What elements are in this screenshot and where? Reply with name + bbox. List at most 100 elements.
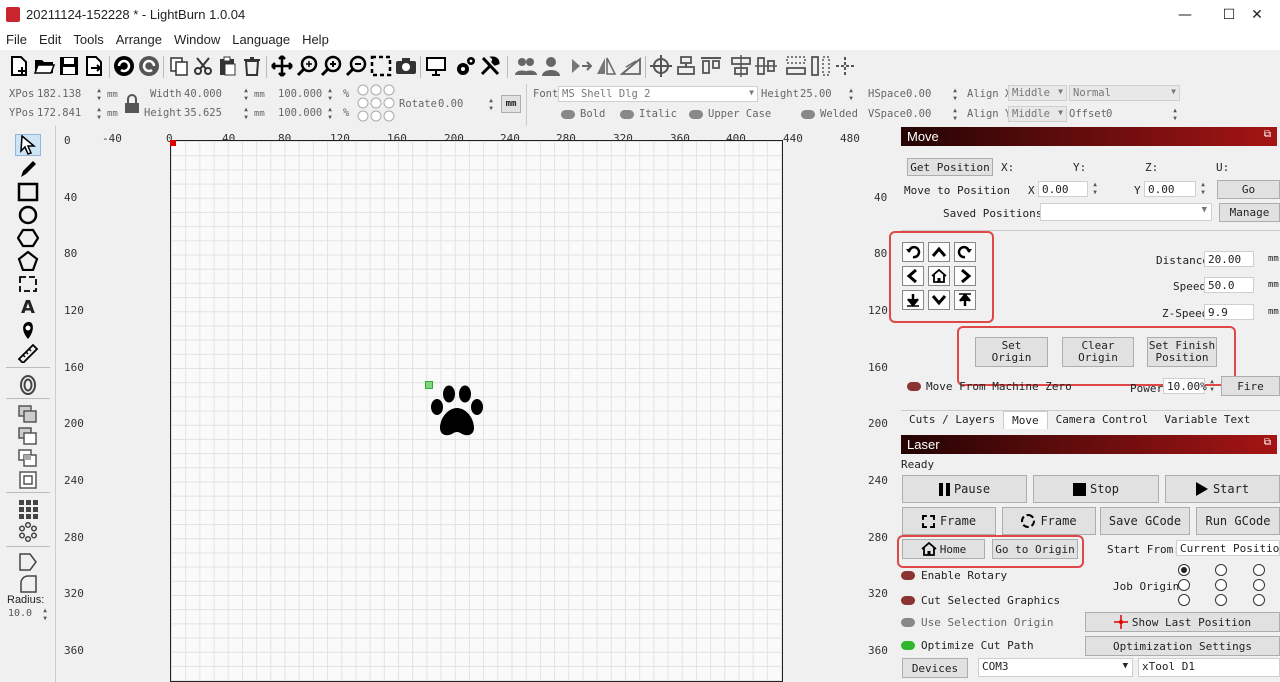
start-from-select[interactable]: Current Position bbox=[1176, 540, 1280, 556]
z-down-icon[interactable] bbox=[902, 290, 924, 310]
radius-spin[interactable]: ▲ ▼ bbox=[40, 607, 50, 623]
width-spin[interactable]: ▲ ▼ bbox=[241, 87, 251, 103]
paw-print-graphic[interactable] bbox=[427, 384, 487, 438]
zoom-selection-icon[interactable] bbox=[370, 55, 392, 77]
monitor-icon[interactable] bbox=[425, 55, 447, 77]
zoom-in-icon[interactable] bbox=[320, 55, 342, 77]
move-from-zero-toggle[interactable] bbox=[907, 382, 921, 391]
distance-input[interactable]: 20.00 bbox=[1204, 251, 1254, 267]
aligny-select[interactable]: Middle ▼ bbox=[1008, 106, 1067, 122]
restore-panel-icon[interactable]: ⧉ bbox=[1264, 129, 1271, 140]
mirror-vertical-icon[interactable] bbox=[595, 55, 617, 77]
menu-language[interactable]: Language bbox=[226, 30, 296, 50]
optimize-cut-path-toggle[interactable] bbox=[901, 641, 915, 650]
jog-down-icon[interactable] bbox=[928, 290, 950, 310]
go-to-origin-button[interactable]: Go to Origin bbox=[992, 539, 1078, 559]
rectangle-tool-icon[interactable] bbox=[15, 181, 41, 203]
speed-input[interactable]: 50.0 bbox=[1204, 277, 1254, 293]
distribute-v-icon[interactable] bbox=[810, 55, 832, 77]
pause-button[interactable]: Pause bbox=[902, 475, 1027, 503]
italic-toggle[interactable] bbox=[620, 110, 634, 119]
move-x-spin[interactable]: ▲ ▼ bbox=[1090, 181, 1100, 197]
enable-rotary-toggle[interactable] bbox=[901, 571, 915, 580]
use-selection-origin-toggle[interactable] bbox=[901, 618, 915, 627]
job-origin-radio-mc[interactable] bbox=[1215, 579, 1227, 591]
job-origin-radio-tr[interactable] bbox=[1253, 564, 1265, 576]
set-finish-position-button[interactable]: Set Finish Position bbox=[1147, 337, 1217, 367]
move-y-spin[interactable]: ▲ ▼ bbox=[1198, 181, 1208, 197]
home-button[interactable]: Home bbox=[902, 539, 985, 559]
align-distribute-icon[interactable] bbox=[675, 55, 697, 77]
manage-button[interactable]: Manage bbox=[1219, 203, 1280, 222]
ypos-spin[interactable]: ▲ ▼ bbox=[94, 106, 104, 122]
stop-button[interactable]: Stop bbox=[1033, 475, 1159, 503]
fire-button[interactable]: Fire bbox=[1221, 376, 1280, 396]
measure-ruler-icon[interactable] bbox=[15, 342, 41, 364]
run-gcode-button[interactable]: Run GCode bbox=[1196, 507, 1280, 535]
align-center-icon[interactable] bbox=[650, 55, 672, 77]
zspeed-input[interactable]: 9.9 bbox=[1204, 304, 1254, 320]
position-marker-icon[interactable] bbox=[15, 319, 41, 341]
jog-up-icon[interactable] bbox=[928, 242, 950, 262]
radius-input[interactable]: 10.0 bbox=[8, 608, 32, 619]
job-origin-radio-bl[interactable] bbox=[1178, 594, 1190, 606]
power-spin[interactable]: ▲ ▼ bbox=[1207, 378, 1217, 394]
ellipse-tool-icon[interactable] bbox=[15, 204, 41, 226]
align-middle-icon[interactable] bbox=[730, 55, 752, 77]
copy-icon[interactable] bbox=[168, 55, 190, 77]
set-origin-button[interactable]: Set Origin bbox=[975, 337, 1048, 367]
align-vertical-icon[interactable] bbox=[755, 55, 777, 77]
menu-file[interactable]: File bbox=[0, 30, 33, 50]
camera-icon[interactable] bbox=[395, 55, 417, 77]
height-input[interactable]: 35.625 bbox=[184, 107, 222, 119]
tab-variable-text[interactable]: Variable Text bbox=[1156, 411, 1258, 429]
text-tool-icon[interactable]: A bbox=[15, 296, 41, 318]
cut-selected-toggle[interactable] bbox=[901, 596, 915, 605]
boolean-union-icon[interactable] bbox=[15, 403, 41, 425]
open-folder-icon[interactable] bbox=[33, 55, 55, 77]
rotate-spin[interactable]: ▲ ▼ bbox=[486, 97, 496, 113]
menu-tools[interactable]: Tools bbox=[67, 30, 109, 50]
settings-gear-icon[interactable] bbox=[455, 55, 477, 77]
offset-input[interactable]: 0 bbox=[1106, 108, 1112, 120]
ypos-input[interactable]: 172.841 bbox=[37, 107, 81, 119]
upper-case-toggle[interactable] bbox=[689, 110, 703, 119]
boolean-subtract-icon[interactable] bbox=[15, 425, 41, 447]
redo-icon[interactable] bbox=[138, 55, 160, 77]
welded-toggle[interactable] bbox=[801, 110, 815, 119]
text-mode-select[interactable]: Normal ▼ bbox=[1069, 85, 1180, 101]
new-file-icon[interactable] bbox=[8, 55, 30, 77]
cut-scissors-icon[interactable] bbox=[192, 55, 214, 77]
font-select[interactable]: MS Shell Dlg 2 ▼ bbox=[558, 86, 758, 102]
scale-height-input[interactable]: 100.000 bbox=[278, 107, 322, 119]
minimize-button[interactable]: — bbox=[1162, 0, 1208, 30]
ungroup-icon[interactable] bbox=[540, 55, 562, 77]
job-origin-radio-tl[interactable] bbox=[1178, 564, 1190, 576]
move-pan-icon[interactable] bbox=[271, 55, 293, 77]
get-position-button[interactable]: Get Position bbox=[907, 158, 993, 176]
frame-circle-button[interactable]: Frame bbox=[1002, 507, 1096, 535]
save-icon[interactable] bbox=[58, 55, 80, 77]
zoom-fit-icon[interactable] bbox=[296, 55, 318, 77]
rotate-ccw-icon[interactable] bbox=[902, 242, 924, 262]
clear-origin-button[interactable]: Clear Origin bbox=[1062, 337, 1134, 367]
jog-right-icon[interactable] bbox=[954, 266, 976, 286]
rotate-icon[interactable] bbox=[620, 55, 642, 77]
hspace-input[interactable]: 0.00 bbox=[906, 88, 931, 100]
boolean-intersect-icon[interactable] bbox=[15, 447, 41, 469]
xpos-input[interactable]: 182.138 bbox=[37, 88, 81, 100]
xpos-spin[interactable]: ▲ ▼ bbox=[94, 87, 104, 103]
mirror-horizontal-icon[interactable] bbox=[570, 55, 592, 77]
restore-panel-icon[interactable]: ⧉ bbox=[1264, 437, 1271, 448]
distribute-h-icon[interactable] bbox=[785, 55, 807, 77]
devices-button[interactable]: Devices bbox=[902, 658, 968, 678]
vspace-input[interactable]: 0.00 bbox=[906, 108, 931, 120]
move-x-input[interactable]: 0.00 bbox=[1038, 181, 1088, 197]
menu-window[interactable]: Window bbox=[168, 30, 226, 50]
save-gcode-button[interactable]: Save GCode bbox=[1100, 507, 1190, 535]
tabs-tool-icon[interactable] bbox=[15, 551, 41, 573]
start-button[interactable]: Start bbox=[1165, 475, 1280, 503]
go-button[interactable]: Go bbox=[1217, 180, 1280, 199]
alignx-select[interactable]: Middle ▼ bbox=[1008, 85, 1067, 101]
polygon-tool-icon[interactable] bbox=[15, 227, 41, 249]
